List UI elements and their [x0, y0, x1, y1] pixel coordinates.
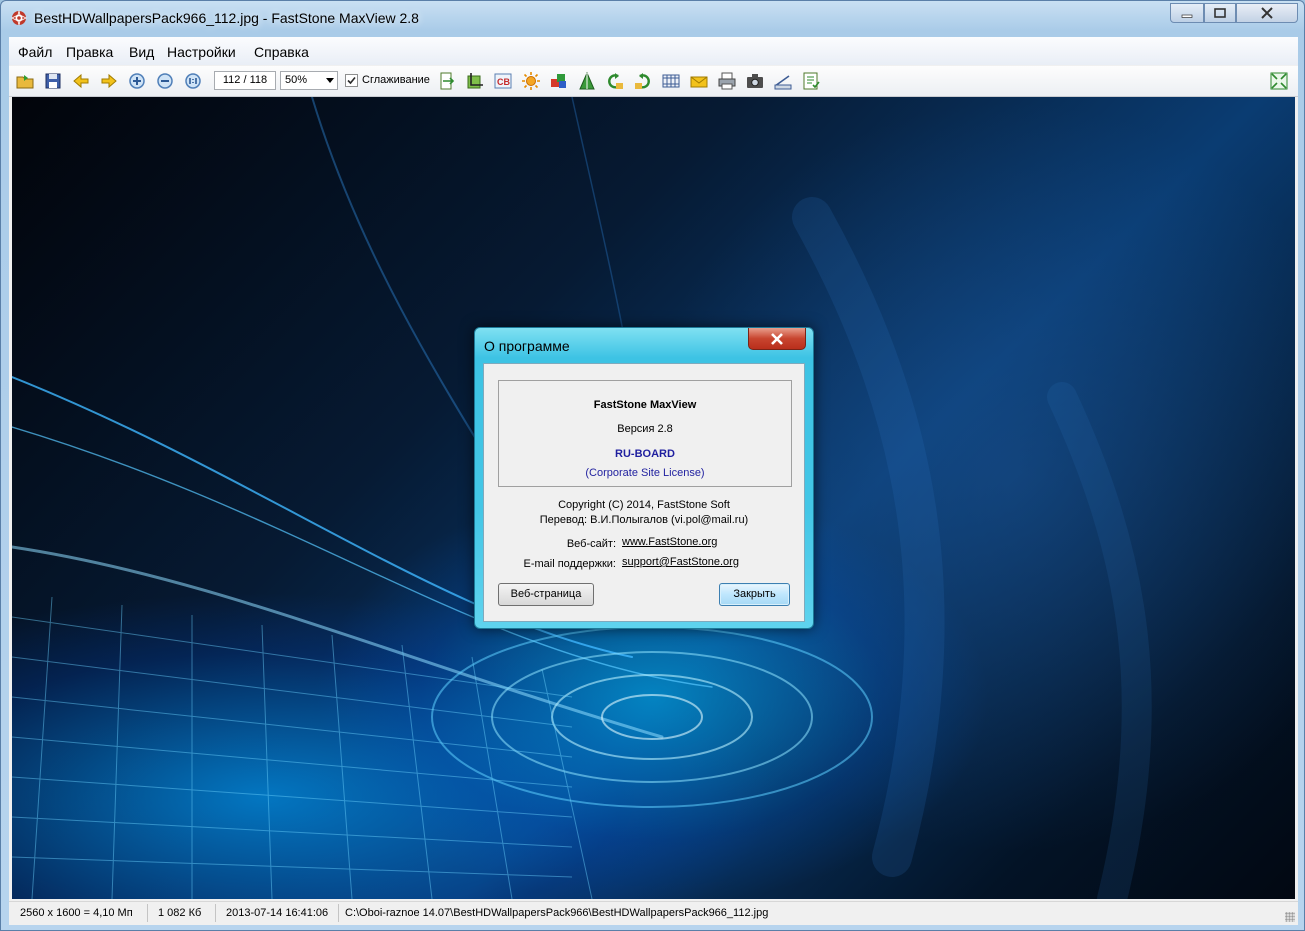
- menu-view[interactable]: Вид: [129, 44, 154, 60]
- app-logo-icon: [11, 10, 27, 26]
- open-folder-icon[interactable]: [15, 71, 35, 91]
- sharpen-icon[interactable]: [577, 71, 597, 91]
- status-separator: [338, 904, 339, 922]
- dialog-close-button[interactable]: [748, 328, 806, 350]
- fullscreen-icon[interactable]: [1269, 71, 1289, 91]
- close-icon: [771, 332, 783, 345]
- actual-size-icon[interactable]: [183, 71, 203, 91]
- maximize-button[interactable]: [1204, 3, 1236, 23]
- status-path: C:\Oboi-raznoe 14.07\BestHDWallpapersPac…: [345, 907, 769, 919]
- website-link[interactable]: www.FastStone.org: [622, 536, 717, 548]
- product-version: Версия 2.8: [617, 423, 673, 435]
- cb-adjust-icon[interactable]: CB: [493, 71, 513, 91]
- crop-icon[interactable]: [465, 71, 485, 91]
- menu-help[interactable]: Справка: [254, 44, 309, 60]
- website-label: Веб-сайт:: [566, 538, 616, 550]
- resize-icon[interactable]: [437, 71, 457, 91]
- screenshot-icon[interactable]: [745, 71, 765, 91]
- copyright-text: Copyright (C) 2014, FastStone Soft: [558, 499, 730, 511]
- menu-settings[interactable]: Настройки: [167, 44, 236, 60]
- registered-to: RU-BOARD: [615, 448, 675, 460]
- status-separator: [215, 904, 216, 922]
- prev-arrow-icon[interactable]: [71, 71, 91, 91]
- print-icon[interactable]: [717, 71, 737, 91]
- status-filesize: 1 082 Кб: [158, 907, 202, 919]
- status-datetime: 2013-07-14 16:41:06: [226, 907, 329, 919]
- scanner-icon[interactable]: [773, 71, 793, 91]
- svg-text:CB: CB: [497, 77, 510, 87]
- smoothing-checkbox[interactable]: [345, 74, 358, 87]
- window-title: BestHDWallpapersPack966_112.jpg - FastSt…: [34, 10, 419, 26]
- license-type: (Corporate Site License): [585, 467, 705, 479]
- title-bar[interactable]: BestHDWallpapersPack966_112.jpg - FastSt…: [1, 1, 1304, 37]
- menu-file[interactable]: Файл: [18, 44, 52, 60]
- minimize-icon: [1181, 14, 1193, 18]
- colors-icon[interactable]: [549, 71, 569, 91]
- maximize-icon: [1214, 8, 1226, 18]
- zoom-out-icon[interactable]: [155, 71, 175, 91]
- translator-text: Перевод: В.И.Полыгалов (vi.pol@mail.ru): [539, 514, 749, 526]
- about-dialog: О программе FastStone MaxView Версия 2.8…: [474, 327, 814, 629]
- rotate-left-icon[interactable]: [605, 71, 625, 91]
- page-counter[interactable]: 112 / 118: [214, 71, 276, 90]
- product-info-panel: FastStone MaxView Версия 2.8 RU-BOARD (C…: [498, 380, 792, 487]
- close-dialog-button[interactable]: Закрыть: [719, 583, 790, 606]
- filmstrip-icon[interactable]: [661, 71, 681, 91]
- minimize-button[interactable]: [1170, 3, 1204, 23]
- zoom-value: 50%: [285, 74, 308, 86]
- next-arrow-icon[interactable]: [99, 71, 119, 91]
- rotate-right-icon[interactable]: [633, 71, 653, 91]
- zoom-in-icon[interactable]: [127, 71, 147, 91]
- web-page-button[interactable]: Веб-страница: [498, 583, 594, 606]
- menu-bar: Файл Правка Вид Настройки Справка: [9, 37, 1298, 65]
- close-window-button[interactable]: [1236, 3, 1298, 23]
- chevron-down-icon: [326, 78, 334, 83]
- status-separator: [147, 904, 148, 922]
- smoothing-label: Сглаживание: [362, 74, 430, 86]
- zoom-select[interactable]: 50%: [280, 71, 338, 90]
- dialog-body: FastStone MaxView Версия 2.8 RU-BOARD (C…: [483, 363, 805, 622]
- settings-list-icon[interactable]: [801, 71, 821, 91]
- dialog-title: О программе: [484, 338, 570, 354]
- menu-edit[interactable]: Правка: [66, 44, 113, 60]
- email-label: E-mail поддержки:: [523, 558, 616, 570]
- toolbar: 112 / 118 50% Сглаживание CB: [9, 66, 1298, 97]
- close-icon: [1261, 7, 1273, 19]
- resize-grip[interactable]: [1285, 912, 1295, 922]
- checkmark-icon: [347, 76, 356, 85]
- brightness-icon[interactable]: [521, 71, 541, 91]
- email-link[interactable]: support@FastStone.org: [622, 556, 739, 568]
- status-bar: 2560 x 1600 = 4,10 Мп 1 082 Кб 2013-07-1…: [9, 901, 1298, 925]
- save-icon[interactable]: [43, 71, 63, 91]
- email-icon[interactable]: [689, 71, 709, 91]
- product-name: FastStone MaxView: [593, 399, 697, 411]
- status-dimensions: 2560 x 1600 = 4,10 Мп: [20, 907, 133, 919]
